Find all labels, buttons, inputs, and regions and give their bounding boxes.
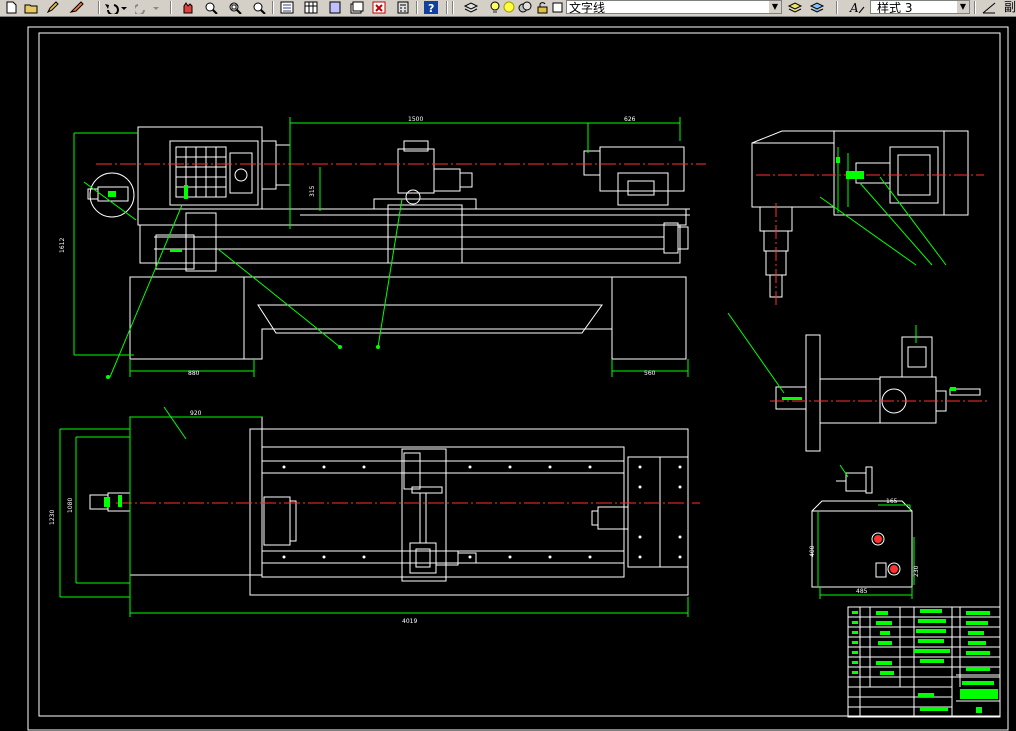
undo-icon[interactable] — [102, 0, 128, 14]
design-center-icon[interactable] — [302, 0, 320, 14]
dim-1080: 1080 — [67, 498, 74, 513]
detail-view-top — [751, 130, 969, 298]
layer-dropdown[interactable]: 文字线 ▼ — [566, 0, 782, 14]
layer-manager-icon[interactable] — [462, 0, 480, 14]
calculator-icon[interactable] — [394, 0, 412, 14]
zoom-previous-icon[interactable] — [250, 0, 268, 14]
cad-drawing: 1500 626 880 560 1612 315 920 4019 1230 … — [27, 26, 1009, 731]
dim-626: 626 — [624, 116, 636, 123]
dim-1500: 1500 — [408, 116, 423, 123]
chevron-down-icon: ▼ — [769, 1, 781, 13]
standard-toolbar: ? 文字线 ▼ A 样式 3 ▼ 副 — [0, 0, 1016, 17]
redo-icon[interactable] — [134, 0, 160, 14]
help-icon[interactable]: ? — [422, 0, 440, 14]
dim-920: 920 — [190, 410, 202, 417]
plan-rail-dots — [282, 465, 682, 559]
dimension-style-label: 副 — [1004, 0, 1016, 14]
markup-icon[interactable] — [370, 0, 388, 14]
dim-560: 560 — [644, 370, 656, 377]
new-file-icon[interactable] — [2, 0, 20, 14]
plan-dimensions — [59, 406, 689, 617]
make-object-layer-current-icon[interactable] — [786, 0, 804, 14]
layer-dropdown-value: 文字线 — [569, 1, 606, 14]
sheet-set-icon[interactable] — [348, 0, 366, 14]
pencil-icon[interactable] — [44, 0, 62, 14]
text-style-dropdown[interactable]: 样式 3 ▼ — [870, 0, 970, 14]
chevron-down-icon: ▼ — [957, 1, 969, 13]
layer-lock-icon[interactable] — [534, 0, 552, 14]
properties-icon[interactable] — [278, 0, 296, 14]
dim-1612: 1612 — [59, 238, 66, 253]
brush-icon[interactable] — [68, 0, 86, 14]
dim-230: 230 — [913, 565, 920, 577]
text-style-icon[interactable]: A — [848, 0, 866, 14]
dim-315: 315 — [309, 185, 316, 197]
dimension-style-icon[interactable] — [980, 0, 998, 14]
front-dimensions — [73, 117, 689, 378]
dim-165: 165 — [886, 498, 898, 505]
dim-400: 400 — [809, 545, 816, 557]
detail-view-middle — [775, 334, 981, 452]
text-style-value: 样式 3 — [877, 1, 913, 14]
svg-text:A: A — [849, 1, 859, 14]
pan-icon[interactable] — [178, 0, 196, 14]
zoom-realtime-icon[interactable] — [202, 0, 220, 14]
zoom-window-icon[interactable] — [226, 0, 244, 14]
layer-viewport-icon[interactable] — [516, 0, 534, 14]
plan-view — [89, 416, 689, 596]
front-elevation-view — [87, 126, 690, 360]
drawing-canvas[interactable]: 1500 626 880 560 1612 315 920 4019 1230 … — [0, 17, 1016, 731]
svg-text:?: ? — [428, 2, 434, 14]
open-file-icon[interactable] — [22, 0, 40, 14]
layer-previous-icon[interactable] — [808, 0, 826, 14]
layer-color-swatch-icon[interactable] — [552, 0, 564, 14]
dim-880: 880 — [188, 370, 200, 377]
tool-palettes-icon[interactable] — [326, 0, 344, 14]
dim-485: 485 — [856, 588, 868, 595]
dim-1230: 1230 — [49, 510, 56, 525]
dim-4019: 4019 — [402, 618, 417, 625]
